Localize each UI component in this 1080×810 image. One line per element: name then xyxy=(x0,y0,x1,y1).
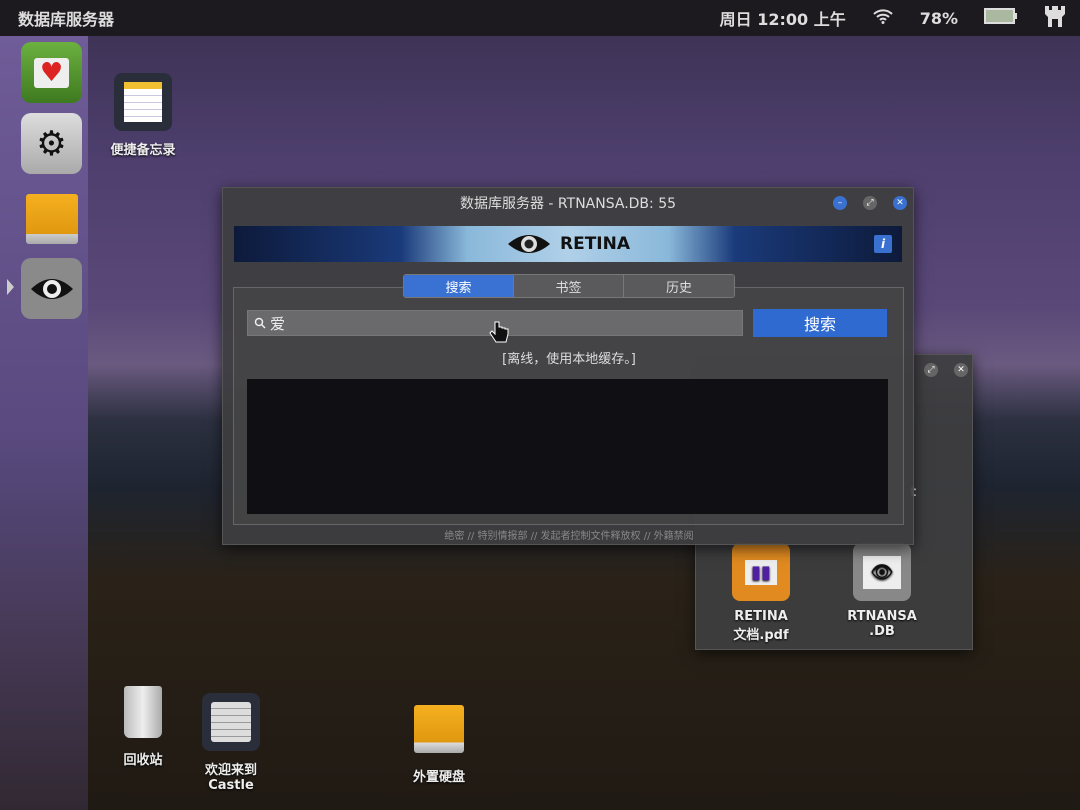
search-icon xyxy=(254,317,266,329)
dock-retina[interactable] xyxy=(21,258,82,319)
welcome-label-1: 欢迎来到 xyxy=(204,763,257,778)
dock-settings[interactable]: ⚙ xyxy=(21,113,82,174)
desktop-trash[interactable]: 回收站 xyxy=(93,683,193,768)
gears-icon: ⚙ xyxy=(36,123,67,164)
info-button[interactable]: i xyxy=(874,235,892,253)
file-rtnansa-db[interactable]: 👁 RTNANSA .DB xyxy=(832,543,932,639)
battery-icon[interactable] xyxy=(984,7,1018,29)
file-label-2: 文档.pdf xyxy=(733,628,789,643)
trash-icon xyxy=(124,686,162,738)
desktop-welcome[interactable]: 欢迎来到 Castle xyxy=(181,693,281,793)
presentation-chart-icon: ▮▮ xyxy=(745,559,777,585)
restore-icon[interactable]: ⤢ xyxy=(863,196,877,210)
database-server-window: 数据库服务器 - RTNANSA.DB: 55 – ⤢ ✕ RETINA i 搜… xyxy=(222,187,914,545)
drive-icon xyxy=(414,705,464,753)
castle-icon[interactable] xyxy=(1044,4,1066,32)
close-icon[interactable]: ✕ xyxy=(954,363,968,377)
file-label-1: RETINA xyxy=(734,609,788,624)
tab-search[interactable]: 搜索 xyxy=(404,275,514,297)
battery-percent: 78% xyxy=(919,8,958,28)
clock[interactable]: 周日 12:00 上午 xyxy=(720,6,846,30)
trash-label: 回收站 xyxy=(123,753,163,768)
results-list[interactable] xyxy=(247,379,888,514)
db-file-eye-icon: 👁 xyxy=(862,555,902,589)
active-indicator-icon xyxy=(7,279,14,295)
close-icon[interactable]: ✕ xyxy=(893,196,907,210)
tab-history[interactable]: 历史 xyxy=(624,275,734,297)
dock: ♥ ⚙ xyxy=(0,36,88,810)
banner-title: RETINA xyxy=(559,234,630,254)
dock-external-drive[interactable] xyxy=(21,188,82,249)
minimize-icon[interactable]: – xyxy=(833,196,847,210)
document-icon xyxy=(211,702,251,742)
tab-bar: 搜索 书签 历史 xyxy=(403,274,735,298)
file-retina-pdf[interactable]: ▮▮ RETINA 文档.pdf xyxy=(711,543,811,643)
top-bar: 数据库服务器 周日 12:00 上午 78% xyxy=(0,0,1080,36)
tab-bookmarks[interactable]: 书签 xyxy=(514,275,624,297)
drive-label: 外置硬盘 xyxy=(412,770,465,785)
file-label-2: .DB xyxy=(869,624,895,639)
status-text: [离线，使用本地缓存。] xyxy=(502,352,636,367)
classification-footer: 绝密 // 特别情报部 // 发起者控制文件释放权 // 外籍禁阅 xyxy=(444,531,694,542)
window-title: 数据库服务器 - RTNANSA.DB: 55 xyxy=(459,196,677,212)
file-label-1: RTNANSA xyxy=(847,609,917,624)
restore-icon[interactable]: ⤢ xyxy=(924,363,938,377)
playing-cards-icon: ♥ xyxy=(33,57,70,88)
app-title: 数据库服务器 xyxy=(18,10,115,29)
notes-label: 便捷备忘录 xyxy=(110,143,176,158)
welcome-label-2: Castle xyxy=(208,778,254,793)
wifi-icon[interactable] xyxy=(872,8,894,28)
notepad-pencil-icon xyxy=(124,82,162,122)
hand-cursor-icon xyxy=(489,321,509,343)
eye-logo-icon xyxy=(507,235,550,253)
dock-solitaire[interactable]: ♥ xyxy=(21,42,82,103)
search-value: 爱 xyxy=(270,314,286,333)
eye-icon xyxy=(30,278,73,299)
drive-icon xyxy=(25,193,78,244)
search-button[interactable]: 搜索 xyxy=(753,309,887,337)
desktop-external-drive[interactable]: 外置硬盘 xyxy=(389,700,489,785)
retina-banner: RETINA i xyxy=(234,226,902,262)
desktop-notes[interactable]: 便捷备忘录 xyxy=(93,73,193,158)
